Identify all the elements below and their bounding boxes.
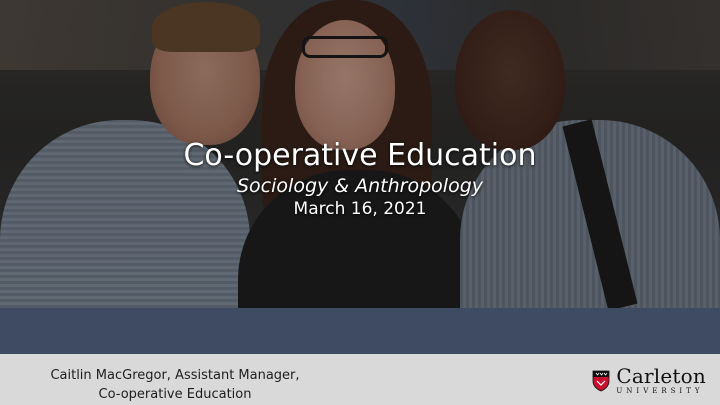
logo-name: Carleton — [616, 364, 706, 388]
presenter-name-title: Caitlin MacGregor, Assistant Manager, — [50, 368, 300, 383]
slide-title: Co-operative Education — [183, 138, 537, 173]
footer: Caitlin MacGregor, Assistant Manager, Co… — [0, 354, 720, 405]
accent-band — [0, 308, 720, 354]
title-block: Co-operative Education Sociology & Anthr… — [0, 138, 720, 221]
slide: Co-operative Education Sociology & Anthr… — [0, 0, 720, 405]
logo-wordmark: Carleton UNIVERSITY — [616, 366, 706, 396]
presenter-info: Caitlin MacGregor, Assistant Manager, Co… — [25, 366, 325, 404]
presenter-department: Co-operative Education — [98, 387, 252, 402]
carleton-logo: Carleton UNIVERSITY — [592, 366, 706, 396]
slide-date: March 16, 2021 — [293, 199, 427, 219]
carleton-shield-icon — [593, 370, 610, 392]
slide-subtitle: Sociology & Anthropology — [237, 175, 483, 197]
logo-subtitle: UNIVERSITY — [616, 387, 704, 395]
